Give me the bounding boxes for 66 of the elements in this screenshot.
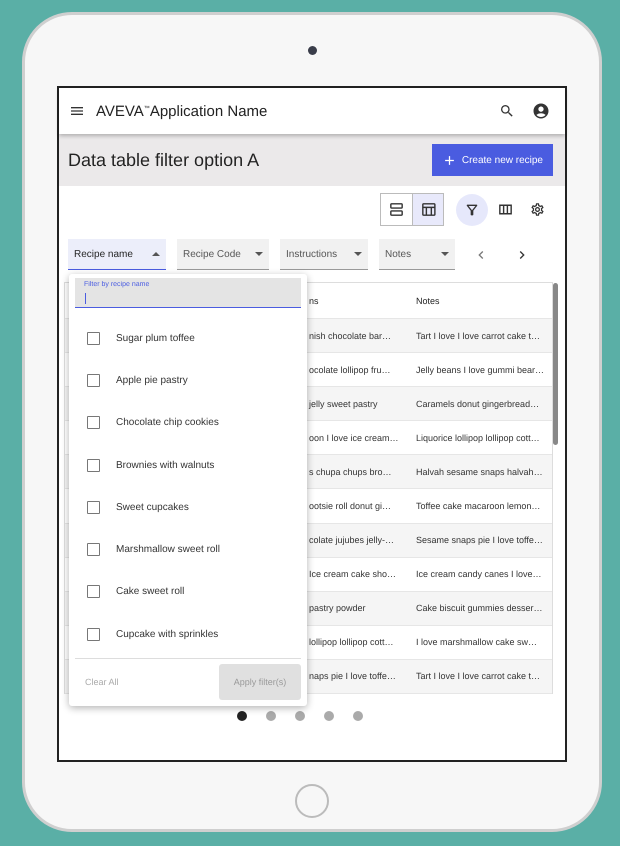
table-cell-text: Liquorice lollipop lollipop cott… — [415, 432, 541, 443]
camera-icon — [308, 46, 316, 55]
table-cell-text: colate jujubes jelly-… — [308, 535, 396, 546]
checkbox[interactable] — [87, 543, 100, 556]
table-cell-text: Tart I love I love carrot cake t… — [415, 330, 542, 341]
page-dot[interactable] — [324, 711, 334, 721]
page-dot[interactable] — [295, 711, 305, 721]
option-label: Brownies with walnuts — [116, 460, 214, 471]
table-cell-text: Ice cream candy canes I love… — [415, 569, 543, 580]
checkbox[interactable] — [87, 500, 100, 514]
column-header: Notes — [415, 296, 441, 306]
option-label: Sugar plum toffee — [116, 332, 195, 344]
filter-dropdown[interactable]: Instructions — [280, 239, 368, 270]
option-label: Sweet cupcakes — [116, 502, 189, 513]
table-cell-text: Ice cream cake sho… — [308, 569, 398, 580]
option-label: Chocolate chip cookies — [116, 417, 219, 428]
table-cell-text: Toffee cake macaroon lemon… — [415, 501, 542, 512]
filter-dropdown[interactable]: Notes — [379, 239, 455, 270]
option-label: Apple pie pastry — [116, 374, 188, 386]
table-cell-text: lollipop lollipop cott… — [308, 637, 395, 648]
create-recipe-button[interactable]: Create new recipe — [432, 144, 553, 176]
rows-icon — [388, 201, 405, 218]
page-dot[interactable] — [237, 711, 247, 721]
table-cell-text: naps pie I love toffe… — [308, 671, 397, 682]
caret-up-icon — [152, 252, 160, 256]
table-cell-text: I love marshmallow cake sw… — [415, 637, 538, 648]
checkbox[interactable] — [87, 416, 100, 430]
settings-icon — [530, 202, 544, 217]
app-title: AVEVA$^{™}$Application Name — [96, 102, 268, 120]
table-view-button[interactable] — [412, 194, 443, 225]
table-cell-text: jelly sweet pastry — [308, 398, 379, 409]
scrollbar-thumb[interactable] — [553, 283, 558, 445]
checkbox[interactable] — [87, 332, 100, 345]
table-cell-text: nish chocolate bar… — [308, 330, 392, 341]
table-cell-text: Cake biscuit gummies desser… — [415, 603, 544, 614]
account-icon — [532, 102, 550, 120]
search-icon — [499, 103, 515, 119]
table-cell-text: Sesame snaps pie I love toffe… — [415, 535, 544, 546]
table-cell-text: Tart I love I love carrot cake t… — [415, 671, 542, 682]
table-cell-text: s chupa chups bro… — [308, 466, 393, 477]
table-cell-text: Jelly beans I love gummi bear… — [415, 364, 546, 375]
filter-button[interactable] — [456, 194, 488, 226]
page-dot[interactable] — [266, 711, 276, 721]
table-cell-text: ocolate lollipop fru… — [308, 364, 392, 375]
table-icon — [420, 201, 436, 218]
column-header: ns — [308, 296, 320, 306]
option-label: Cupcake with sprinkles — [116, 628, 218, 640]
filter-dropdown[interactable]: Recipe name — [68, 239, 166, 270]
caret-down-icon — [354, 252, 362, 256]
table-cell-text: ootsie roll donut gi… — [308, 501, 392, 512]
checkbox[interactable] — [87, 458, 100, 472]
checkbox[interactable] — [87, 585, 100, 598]
page-title: Data table filter option A — [68, 150, 260, 170]
checkbox[interactable] — [87, 374, 100, 387]
page-dot[interactable] — [353, 711, 363, 721]
caret-down-icon — [255, 252, 263, 256]
filter-dropdown[interactable]: Recipe Code — [177, 239, 269, 270]
table-cell-text: pastry powder — [308, 603, 367, 614]
option-label: Marshmallow sweet roll — [116, 544, 220, 556]
checkbox[interactable] — [87, 628, 100, 641]
option-label: Cake sweet roll — [116, 586, 184, 598]
caret-down-icon — [441, 252, 449, 256]
table-cell-text: Caramels donut gingerbread… — [415, 398, 540, 409]
table-cell-text: Halvah sesame snaps halvah… — [415, 466, 544, 477]
filter-icon — [464, 202, 480, 218]
table-cell-text: oon I love ice cream… — [308, 432, 400, 443]
